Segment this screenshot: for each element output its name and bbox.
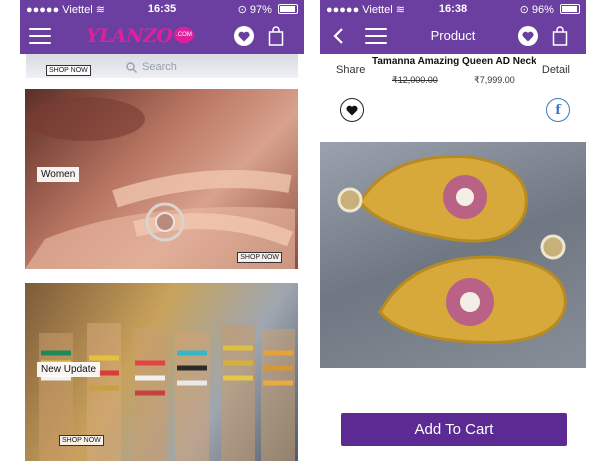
product-image[interactable]	[320, 142, 586, 368]
home-screen: ●●●●● Viettel ≋ 16:35 ⊙ 97% YLANZO .COM …	[20, 0, 304, 461]
menu-button[interactable]	[364, 24, 388, 48]
menu-button[interactable]	[28, 24, 52, 48]
page-title: Product	[430, 28, 476, 43]
detail-button[interactable]: Detail	[542, 64, 570, 76]
back-button[interactable]	[326, 24, 350, 48]
heart-icon	[234, 26, 254, 46]
battery-icon	[278, 4, 298, 14]
bag-icon	[552, 26, 568, 46]
cart-button[interactable]	[264, 24, 288, 48]
sale-price: ₹7,999.00	[474, 75, 515, 85]
orientation-lock-icon: ⊙	[237, 4, 247, 16]
search-placeholder: Search	[142, 61, 177, 73]
add-to-wishlist-button[interactable]	[340, 98, 364, 122]
status-bar: ●●●●● Viettel ≋ 16:38 ⊙ 96%	[320, 0, 586, 18]
facebook-icon: f	[555, 102, 561, 118]
shop-now-tag[interactable]: SHOP NOW	[59, 435, 104, 446]
back-chevron-icon	[333, 28, 343, 44]
product-screen: ●●●●● Viettel ≋ 16:38 ⊙ 96% Product Shar…	[320, 0, 586, 461]
status-battery: ⊙ 96%	[520, 3, 580, 16]
earrings-image	[337, 155, 567, 345]
banner-label-women: Women	[37, 167, 80, 182]
original-price: ₹12,000.00	[392, 75, 438, 85]
new-update-banner[interactable]: New Update SHOP NOW	[25, 283, 298, 461]
bag-icon	[268, 26, 284, 46]
add-to-cart-button[interactable]: Add To Cart	[341, 413, 567, 446]
battery-icon	[560, 4, 580, 14]
wishlist-button[interactable]	[516, 24, 540, 48]
shop-now-tag[interactable]: SHOP NOW	[237, 252, 282, 263]
orientation-lock-icon: ⊙	[519, 4, 529, 16]
women-banner[interactable]: Women SHOP NOW	[25, 89, 298, 269]
status-battery: ⊙ 97%	[238, 3, 298, 16]
wishlist-button[interactable]	[232, 24, 256, 48]
share-button[interactable]: Share	[336, 64, 365, 76]
facebook-share-button[interactable]: f	[546, 98, 570, 122]
product-title: Tamanna Amazing Queen AD Neck...	[372, 56, 536, 67]
heart-icon	[346, 105, 358, 115]
brand-logo[interactable]: YLANZO .COM	[86, 24, 196, 48]
search-icon	[126, 61, 137, 73]
top-navbar: Product	[320, 18, 586, 54]
hamburger-icon	[29, 28, 51, 44]
banner-label-new-update: New Update	[37, 362, 101, 377]
top-navbar: YLANZO .COM	[20, 18, 304, 54]
hamburger-icon	[365, 28, 387, 44]
heart-icon	[518, 26, 538, 46]
status-bar: ●●●●● Viettel ≋ 16:35 ⊙ 97%	[20, 0, 304, 18]
search-banner[interactable]: SHOP NOW Search	[26, 54, 298, 78]
cart-button[interactable]	[548, 24, 572, 48]
search-field[interactable]: Search	[126, 61, 177, 73]
shop-now-tag[interactable]: SHOP NOW	[46, 65, 91, 76]
